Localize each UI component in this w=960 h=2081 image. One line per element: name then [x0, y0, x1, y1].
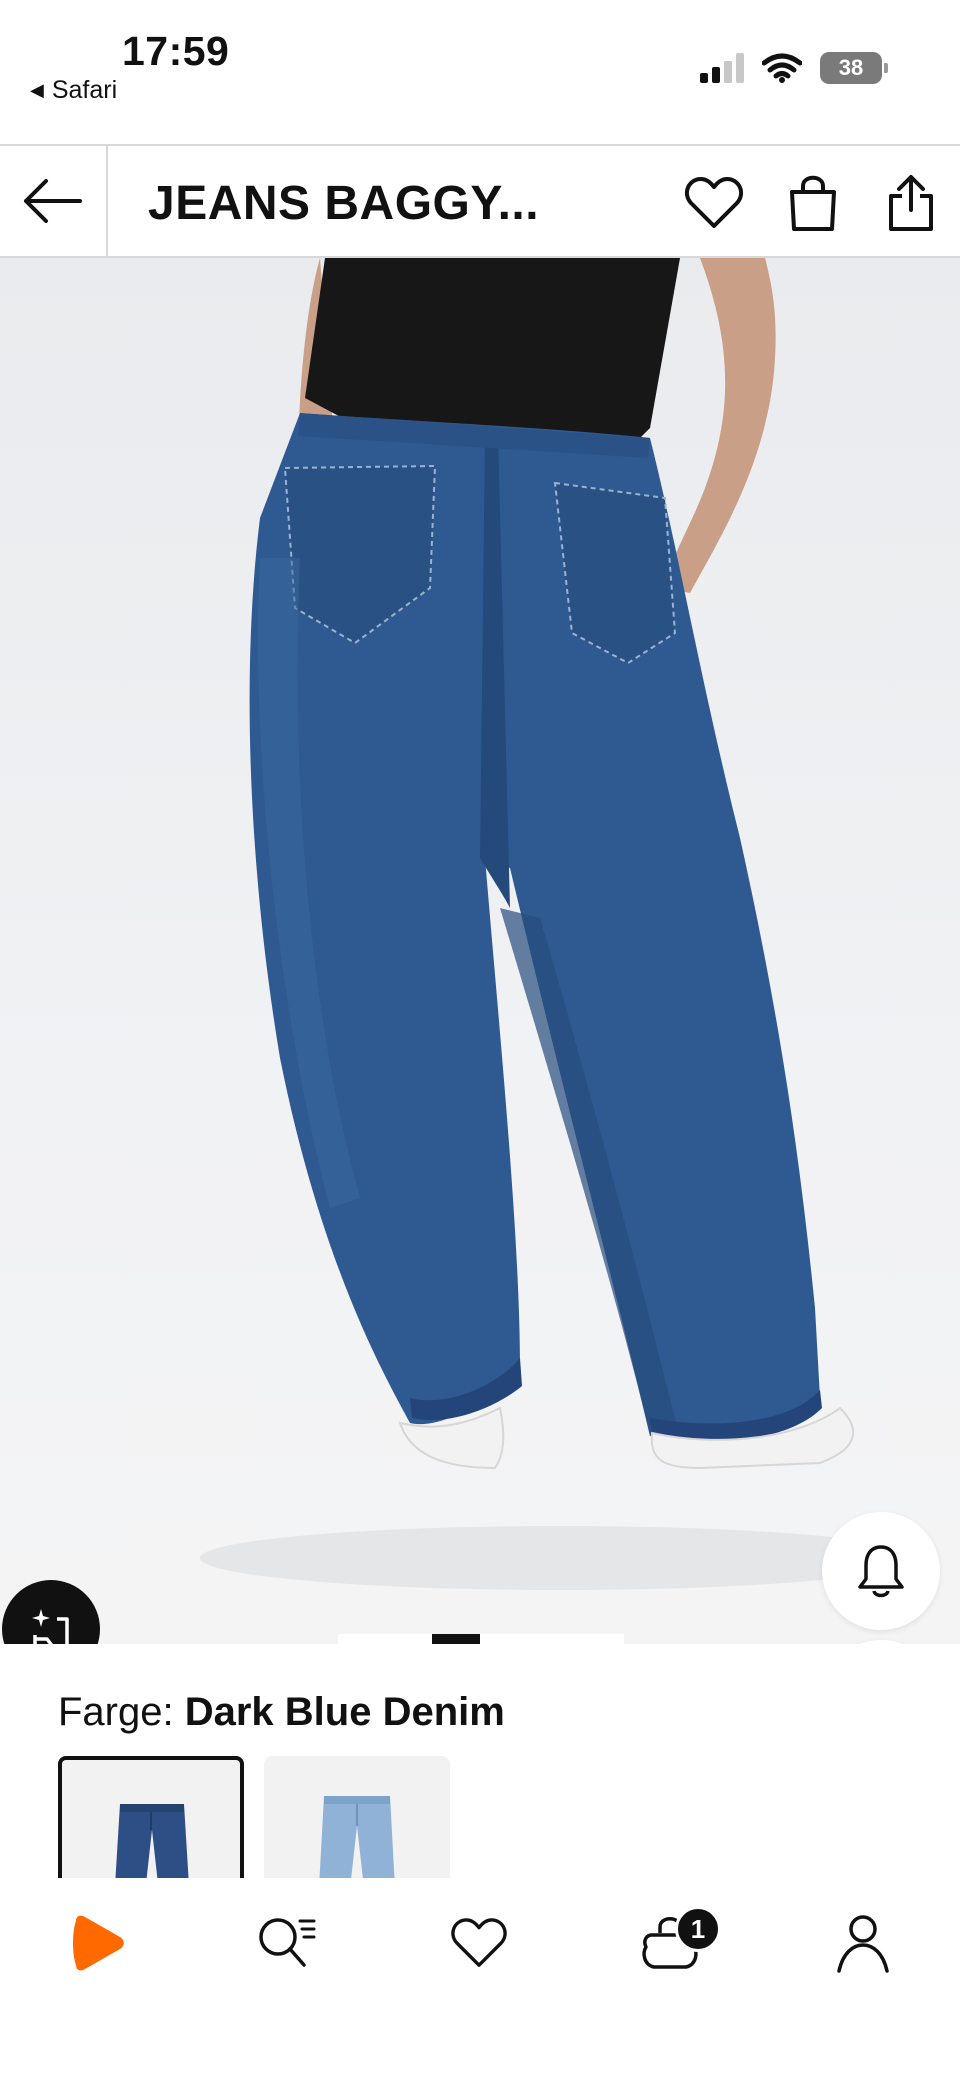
home-icon [73, 1915, 124, 1971]
wifi-icon [762, 53, 802, 83]
gallery-pagination[interactable] [0, 1632, 960, 1644]
back-triangle-icon: ◀ [30, 80, 44, 100]
color-label-prefix: Farge: [58, 1690, 174, 1734]
color-swatches [58, 1756, 958, 1878]
share-button[interactable] [880, 172, 942, 234]
signal-icon [700, 53, 744, 83]
product-photo [200, 258, 920, 1590]
wishlist-button[interactable] [683, 172, 745, 234]
nav-home[interactable] [42, 1878, 152, 2008]
nav-search[interactable] [231, 1878, 341, 2008]
swatch-image-dark [115, 1804, 189, 1878]
back-app-label: Safari [51, 76, 118, 104]
back-to-app[interactable]: ◀ Safari [30, 76, 117, 105]
share-icon [889, 175, 933, 231]
swatch-light-blue-denim[interactable] [264, 1756, 450, 1878]
product-image[interactable] [0, 258, 960, 1644]
status-time: 17:59 [122, 28, 230, 74]
cart-count-badge: 1 [675, 1906, 721, 1952]
app-header: JEANS BAGGY... [0, 144, 960, 258]
account-icon [837, 1915, 889, 1973]
wishlist-icon [451, 1918, 507, 1967]
status-icons: 38 [700, 52, 888, 84]
bottom-nav: 1 [0, 1878, 960, 2008]
nav-cart[interactable]: 1 [615, 1878, 725, 2008]
battery-icon: 38 [820, 52, 888, 84]
color-label: Farge: Dark Blue Denim [58, 1690, 505, 1735]
bag-button[interactable] [782, 172, 844, 234]
swatch-dark-blue-denim[interactable] [58, 1756, 244, 1878]
search-icon [259, 1918, 316, 1967]
back-arrow-icon [24, 179, 82, 223]
nav-account[interactable] [808, 1878, 918, 2008]
shopping-bag-icon [790, 175, 836, 231]
nav-wishlist[interactable] [424, 1878, 534, 2008]
pagination-track [338, 1634, 624, 1644]
page-title: JEANS BAGGY... [148, 177, 540, 230]
pagination-active-indicator [432, 1634, 480, 1644]
swatch-image-light [319, 1796, 395, 1878]
back-button[interactable] [0, 146, 108, 256]
notify-button[interactable] [822, 1512, 940, 1630]
color-value: Dark Blue Denim [184, 1690, 505, 1734]
status-bar: 17:59 ◀ Safari 38 [0, 0, 960, 143]
bell-icon [858, 1545, 904, 1598]
heart-icon [685, 177, 743, 228]
